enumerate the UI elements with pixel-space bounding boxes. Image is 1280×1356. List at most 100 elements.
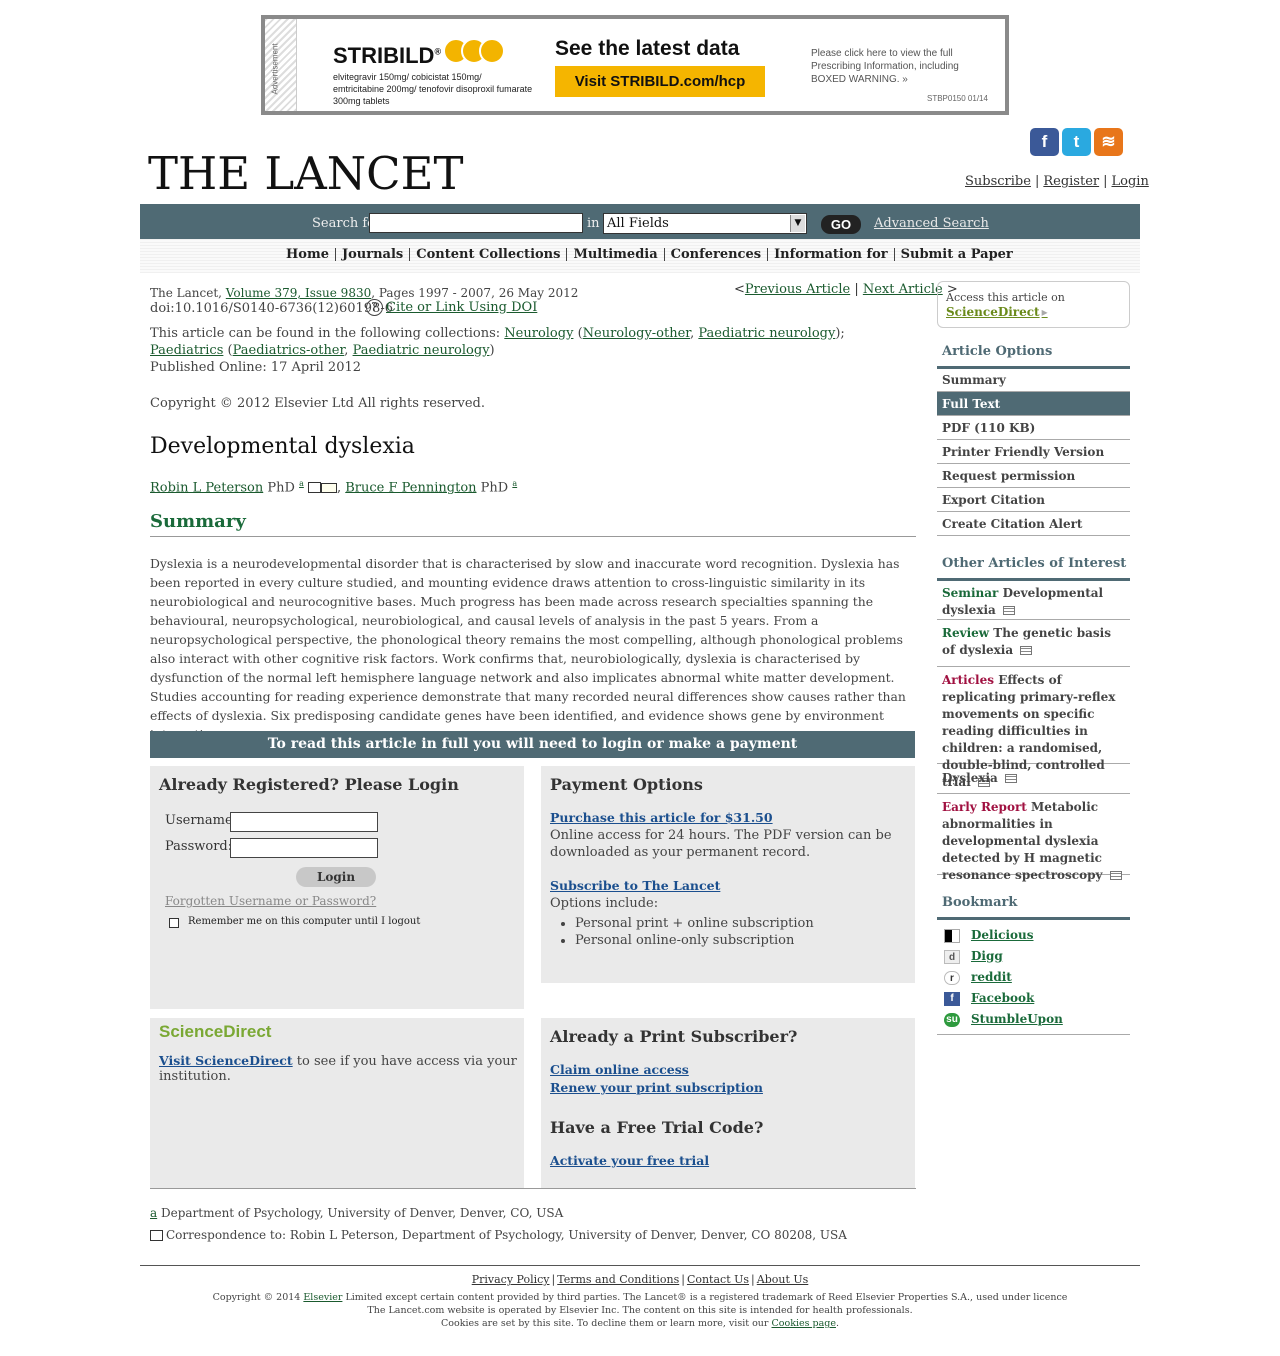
option-citation-alert[interactable]: Create Citation Alert bbox=[937, 512, 1130, 536]
rss-icon[interactable]: ≋ bbox=[1094, 128, 1123, 156]
collection-link[interactable]: Paediatrics bbox=[150, 343, 223, 358]
bookmark-delicious[interactable]: Delicious bbox=[944, 928, 1034, 943]
privacy-policy-link[interactable]: Privacy Policy bbox=[472, 1273, 550, 1286]
collection-link[interactable]: Neurology bbox=[504, 326, 573, 341]
reddit-icon: r bbox=[944, 970, 960, 985]
advertisement-banner[interactable]: Advertisement STRIBILD® elvitegravir 150… bbox=[261, 15, 1009, 115]
option-pdf[interactable]: PDF (110 KB) bbox=[937, 416, 1130, 440]
contact-link[interactable]: Contact Us bbox=[687, 1273, 749, 1286]
subscribe-lancet-link[interactable]: Subscribe to The Lancet bbox=[550, 878, 720, 893]
search-input[interactable] bbox=[369, 213, 583, 233]
article-type: Seminar bbox=[942, 586, 999, 600]
chevron-right-icon: ▸ bbox=[1041, 305, 1048, 319]
login-link[interactable]: Login bbox=[1112, 174, 1149, 189]
nav-content-collections[interactable]: Content Collections bbox=[410, 248, 568, 261]
option-summary[interactable]: Summary bbox=[937, 368, 1130, 392]
search-field-select[interactable]: All Fields ▼ bbox=[603, 213, 807, 234]
lancet-logo[interactable]: THE LANCET bbox=[148, 147, 463, 200]
stumbleupon-icon: su bbox=[944, 1012, 960, 1027]
correspondence-text: Correspondence to: Robin L Peterson, Dep… bbox=[166, 1228, 847, 1242]
option-export-citation[interactable]: Export Citation bbox=[937, 488, 1130, 512]
help-icon[interactable]: ? bbox=[366, 299, 383, 316]
related-article[interactable]: Early Report Metabolic abnormalities in … bbox=[937, 799, 1130, 882]
main-nav: Home Journals Content Collections Multimedi… bbox=[140, 239, 1140, 273]
login-button[interactable]: Login bbox=[296, 867, 376, 887]
sciencedirect-text: Visit ScienceDirect to see if you have a… bbox=[159, 1053, 519, 1084]
options-intro: Options include: bbox=[550, 896, 659, 911]
claim-access-link[interactable]: Claim online access bbox=[550, 1062, 689, 1077]
remember-me-checkbox[interactable] bbox=[169, 918, 179, 928]
related-article[interactable]: Seminar Developmental dyslexia bbox=[937, 585, 1130, 620]
password-input[interactable] bbox=[230, 838, 378, 858]
terms-link[interactable]: Terms and Conditions bbox=[557, 1273, 679, 1286]
payment-heading: Payment Options bbox=[550, 775, 703, 794]
volume-issue-link[interactable]: Volume 379, Issue 9830 bbox=[226, 286, 371, 300]
cite-doi-link[interactable]: Cite or Link Using DOI bbox=[386, 300, 537, 315]
ad-brand-dots-icon bbox=[443, 38, 505, 67]
collection-link[interactable]: Paediatric neurology bbox=[698, 326, 835, 341]
bookmark-stumbleupon[interactable]: su StumbleUpon bbox=[944, 1012, 1063, 1027]
correspondence-icon[interactable] bbox=[307, 482, 321, 494]
bookmark-reddit[interactable]: r reddit bbox=[944, 970, 1012, 985]
collection-link[interactable]: Paediatric neurology bbox=[353, 343, 490, 358]
ad-label-stripe: Advertisement bbox=[265, 19, 297, 111]
next-article-link[interactable]: Next Article bbox=[863, 282, 943, 297]
ad-cta-button[interactable]: Visit STRIBILD.com/hcp bbox=[555, 66, 765, 97]
nav-submit-paper[interactable]: Submit a Paper bbox=[895, 248, 1019, 261]
author-link[interactable]: Robin L Peterson bbox=[150, 480, 263, 495]
facebook-icon[interactable]: f bbox=[1030, 128, 1059, 156]
search-go-button[interactable]: GO bbox=[821, 215, 861, 234]
related-article[interactable]: Articles Effects of replicating primary-… bbox=[937, 672, 1130, 789]
related-article[interactable]: Dyslexia bbox=[937, 770, 1130, 794]
login-heading: Already Registered? Please Login bbox=[159, 775, 459, 794]
payment-options-panel: Payment Options Purchase this article fo… bbox=[541, 766, 915, 983]
collection-link[interactable]: Neurology-other bbox=[583, 326, 690, 341]
delicious-icon bbox=[944, 928, 960, 943]
option-request-permission[interactable]: Request permission bbox=[937, 464, 1130, 488]
footer-copyright: Copyright © 2014 Elsevier Limited except… bbox=[212, 1292, 1068, 1329]
nav-multimedia[interactable]: Multimedia bbox=[567, 248, 665, 261]
article-pager: <Previous Article | Next Article > bbox=[734, 282, 958, 297]
bookmark-facebook[interactable]: f Facebook bbox=[944, 991, 1034, 1006]
purchase-article-link[interactable]: Purchase this article for $31.50 bbox=[550, 810, 773, 825]
affiliation-ref[interactable]: a bbox=[299, 479, 304, 488]
twitter-icon[interactable]: t bbox=[1062, 128, 1091, 156]
bookmark-digg[interactable]: d Digg bbox=[944, 949, 1003, 964]
visit-sciencedirect-link[interactable]: Visit ScienceDirect bbox=[159, 1053, 293, 1068]
ad-label: Advertisement bbox=[270, 43, 280, 95]
nav-conferences[interactable]: Conferences bbox=[665, 248, 769, 261]
subscribe-link[interactable]: Subscribe bbox=[965, 174, 1031, 189]
username-input[interactable] bbox=[230, 812, 378, 832]
author-link[interactable]: Bruce F Pennington bbox=[345, 480, 476, 495]
related-article[interactable]: Review The genetic basis of dyslexia bbox=[937, 625, 1130, 667]
affiliation-ref[interactable]: a bbox=[512, 479, 517, 488]
nav-information-for[interactable]: Information for bbox=[768, 248, 895, 261]
elsevier-link[interactable]: Elsevier bbox=[303, 1292, 342, 1303]
advanced-search-link[interactable]: Advanced Search bbox=[874, 216, 989, 231]
renew-subscription-link[interactable]: Renew your print subscription bbox=[550, 1080, 763, 1095]
email-icon[interactable] bbox=[320, 482, 337, 493]
correspondence-icon bbox=[150, 1230, 163, 1241]
ad-prescribing-info-link[interactable]: Please click here to view the full Presc… bbox=[811, 47, 991, 86]
activate-trial-link[interactable]: Activate your free trial bbox=[550, 1153, 709, 1168]
option-printer-friendly[interactable]: Printer Friendly Version bbox=[937, 440, 1130, 464]
option-full-text[interactable]: Full Text bbox=[937, 392, 1130, 416]
sciencedirect-logo: ScienceDirect bbox=[159, 1022, 272, 1041]
collection-link[interactable]: Paediatrics-other bbox=[233, 343, 345, 358]
search-bar: Search for in All Fields ▼ GO Advanced Se… bbox=[140, 204, 1140, 239]
previous-article-link[interactable]: Previous Article bbox=[745, 282, 850, 297]
about-link[interactable]: About Us bbox=[757, 1273, 809, 1286]
nav-journals[interactable]: Journals bbox=[336, 248, 411, 261]
access-sciencedirect-link[interactable]: ScienceDirect ▸ bbox=[946, 305, 1048, 319]
register-link[interactable]: Register bbox=[1043, 174, 1099, 189]
article-title: Developmental dyslexia bbox=[150, 434, 415, 459]
pages-date: , Pages 1997 - 2007, 26 May 2012 bbox=[371, 286, 579, 300]
social-icons: f t ≋ bbox=[1030, 128, 1126, 156]
document-icon bbox=[1003, 606, 1015, 615]
facebook-icon: f bbox=[944, 991, 960, 1006]
bookmark-heading: Bookmark bbox=[937, 895, 1130, 920]
forgot-credentials-link[interactable]: Forgotten Username or Password? bbox=[165, 894, 376, 908]
digg-icon: d bbox=[944, 949, 960, 964]
cookies-page-link[interactable]: Cookies page bbox=[772, 1318, 836, 1329]
nav-home[interactable]: Home bbox=[280, 248, 336, 261]
